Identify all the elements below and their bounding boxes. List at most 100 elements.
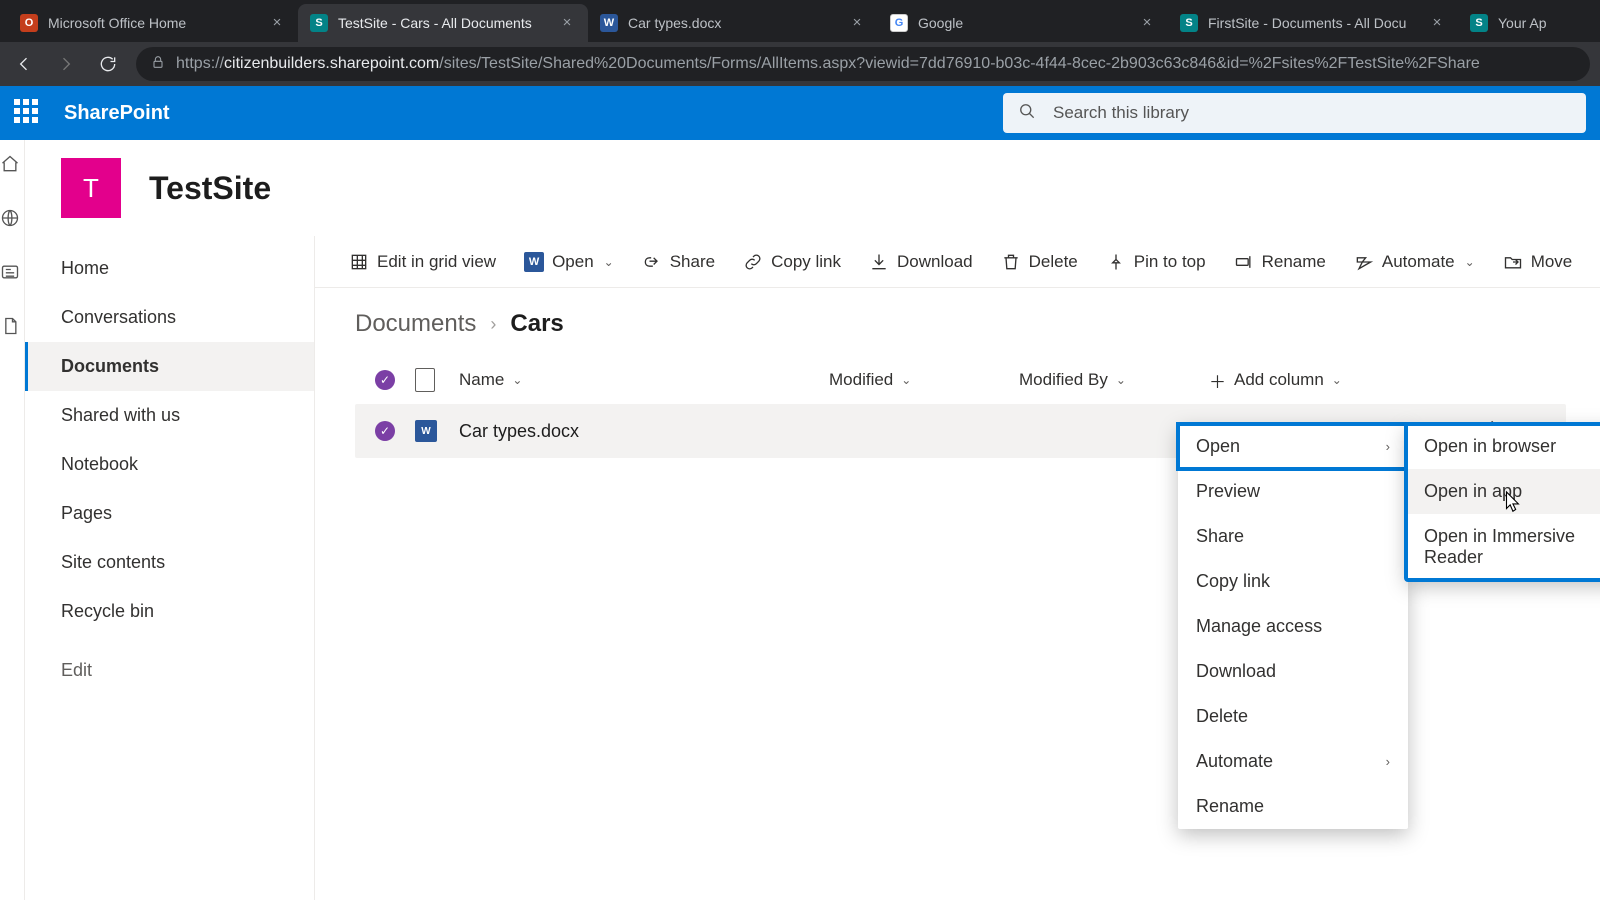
chevron-down-icon: ⌄	[1465, 255, 1475, 269]
ctx-download[interactable]: Download	[1178, 649, 1408, 694]
browser-tab-1[interactable]: S TestSite - Cars - All Documents ×	[298, 4, 588, 42]
breadcrumb-root[interactable]: Documents	[355, 310, 476, 338]
ctx-manage-access[interactable]: Manage access	[1178, 604, 1408, 649]
cmd-share[interactable]: Share	[642, 252, 715, 272]
url-bar[interactable]: https://citizenbuilders.sharepoint.com/s…	[136, 47, 1590, 81]
page-content: Edit in grid view W Open ⌄ Share Copy li…	[315, 236, 1600, 900]
ctx-open-app[interactable]: Open in app	[1406, 469, 1600, 514]
cmd-open[interactable]: W Open ⌄	[524, 252, 614, 272]
tab-title: Google	[918, 15, 1132, 31]
breadcrumb-leaf: Cars	[510, 310, 563, 338]
ctx-label: Open in app	[1424, 481, 1522, 502]
tab-title: TestSite - Cars - All Documents	[338, 15, 552, 31]
cmd-delete[interactable]: Delete	[1001, 252, 1078, 272]
browser-tab-3[interactable]: G Google ×	[878, 4, 1168, 42]
chevron-down-icon: ⌄	[604, 255, 614, 269]
file-name[interactable]: Car types.docx	[459, 421, 579, 442]
check-icon: ✓	[375, 370, 395, 390]
command-bar: Edit in grid view W Open ⌄ Share Copy li…	[315, 236, 1600, 288]
nav-conversations[interactable]: Conversations	[25, 293, 314, 342]
tab-favicon-sharepoint: S	[1470, 14, 1488, 32]
chevron-right-icon: ›	[1386, 754, 1390, 769]
reload-button[interactable]	[94, 50, 122, 78]
nav-recycle-bin[interactable]: Recycle bin	[25, 587, 314, 636]
browser-tab-4[interactable]: S FirstSite - Documents - All Docu ×	[1168, 4, 1458, 42]
plus-icon: ＋	[1209, 368, 1226, 393]
tab-favicon-word: W	[600, 14, 618, 32]
browser-tab-0[interactable]: O Microsoft Office Home ×	[8, 4, 298, 42]
cmd-automate[interactable]: Automate ⌄	[1354, 252, 1475, 272]
tab-title: Your Ap	[1498, 15, 1556, 31]
ctx-label: Delete	[1196, 706, 1248, 727]
col-modified-header[interactable]: Modified⌄	[829, 370, 1019, 390]
cmd-rename[interactable]: Rename	[1234, 252, 1326, 272]
nav-shared[interactable]: Shared with us	[25, 391, 314, 440]
browser-tab-5[interactable]: S Your Ap	[1458, 4, 1568, 42]
context-menu: Open› Preview Share Copy link Manage acc…	[1178, 424, 1408, 829]
nav-site-contents[interactable]: Site contents	[25, 538, 314, 587]
ctx-rename[interactable]: Rename	[1178, 784, 1408, 829]
cmd-move[interactable]: Move	[1503, 252, 1573, 272]
nav-notebook[interactable]: Notebook	[25, 440, 314, 489]
ctx-open[interactable]: Open›	[1178, 424, 1408, 469]
back-button[interactable]	[10, 50, 38, 78]
breadcrumb: Documents › Cars	[315, 288, 1600, 348]
search-box[interactable]: Search this library	[1003, 93, 1586, 133]
url-prefix: https://	[176, 55, 224, 73]
tab-close-icon[interactable]: ×	[268, 14, 286, 32]
tab-close-icon[interactable]: ×	[1138, 14, 1156, 32]
chevron-down-icon: ⌄	[512, 373, 522, 387]
nav-pages[interactable]: Pages	[25, 489, 314, 538]
tab-close-icon[interactable]: ×	[1428, 14, 1446, 32]
ctx-open-immersive[interactable]: Open in Immersive Reader	[1406, 514, 1600, 580]
ctx-delete[interactable]: Delete	[1178, 694, 1408, 739]
cmd-label: Automate	[1382, 252, 1455, 272]
cmd-label: Download	[897, 252, 973, 272]
search-placeholder: Search this library	[1053, 103, 1189, 123]
ctx-share[interactable]: Share	[1178, 514, 1408, 559]
ctx-preview[interactable]: Preview	[1178, 469, 1408, 514]
nav-home[interactable]: Home	[25, 244, 314, 293]
browser-tab-2[interactable]: W Car types.docx ×	[588, 4, 878, 42]
tab-close-icon[interactable]: ×	[558, 14, 576, 32]
nav-edit[interactable]: Edit	[25, 646, 314, 695]
forward-button[interactable]	[52, 50, 80, 78]
cmd-pin[interactable]: Pin to top	[1106, 252, 1206, 272]
ctx-label: Open in browser	[1424, 436, 1556, 457]
word-icon: W	[524, 252, 544, 272]
ctx-label: Share	[1196, 526, 1244, 547]
select-all[interactable]: ✓	[355, 370, 415, 390]
col-modifiedby-header[interactable]: Modified By⌄	[1019, 370, 1209, 390]
word-file-icon: W	[415, 420, 437, 442]
ctx-copylink[interactable]: Copy link	[1178, 559, 1408, 604]
col-type-header[interactable]	[415, 368, 459, 392]
ctx-label: Download	[1196, 661, 1276, 682]
suite-title[interactable]: SharePoint	[64, 102, 170, 125]
nav-documents[interactable]: Documents	[25, 342, 314, 391]
left-nav: Home Conversations Documents Shared with…	[25, 236, 315, 900]
home-icon[interactable]	[0, 154, 24, 178]
ctx-label: Manage access	[1196, 616, 1322, 637]
chevron-right-icon: ›	[490, 314, 496, 335]
browser-tabs-bar: O Microsoft Office Home × S TestSite - C…	[0, 0, 1600, 42]
add-column[interactable]: ＋Add column⌄	[1209, 368, 1389, 393]
ctx-open-browser[interactable]: Open in browser	[1406, 424, 1600, 469]
news-icon[interactable]	[0, 262, 24, 286]
globe-icon[interactable]	[0, 208, 24, 232]
row-checkbox[interactable]: ✓	[375, 421, 395, 441]
site-header: T TestSite	[25, 140, 1600, 236]
tab-favicon-sharepoint: S	[1180, 14, 1198, 32]
tab-close-icon[interactable]: ×	[848, 14, 866, 32]
cmd-edit-grid[interactable]: Edit in grid view	[349, 252, 496, 272]
cmd-download[interactable]: Download	[869, 252, 973, 272]
col-name-header[interactable]: Name ⌄	[459, 370, 829, 390]
col-label: Name	[459, 370, 504, 390]
files-icon[interactable]	[0, 316, 24, 340]
ctx-automate[interactable]: Automate›	[1178, 739, 1408, 784]
file-icon	[415, 368, 435, 392]
site-name[interactable]: TestSite	[149, 170, 271, 207]
app-launcher-icon[interactable]	[14, 99, 42, 127]
cmd-copylink[interactable]: Copy link	[743, 252, 841, 272]
col-label: Modified	[829, 370, 893, 390]
site-logo[interactable]: T	[61, 158, 121, 218]
